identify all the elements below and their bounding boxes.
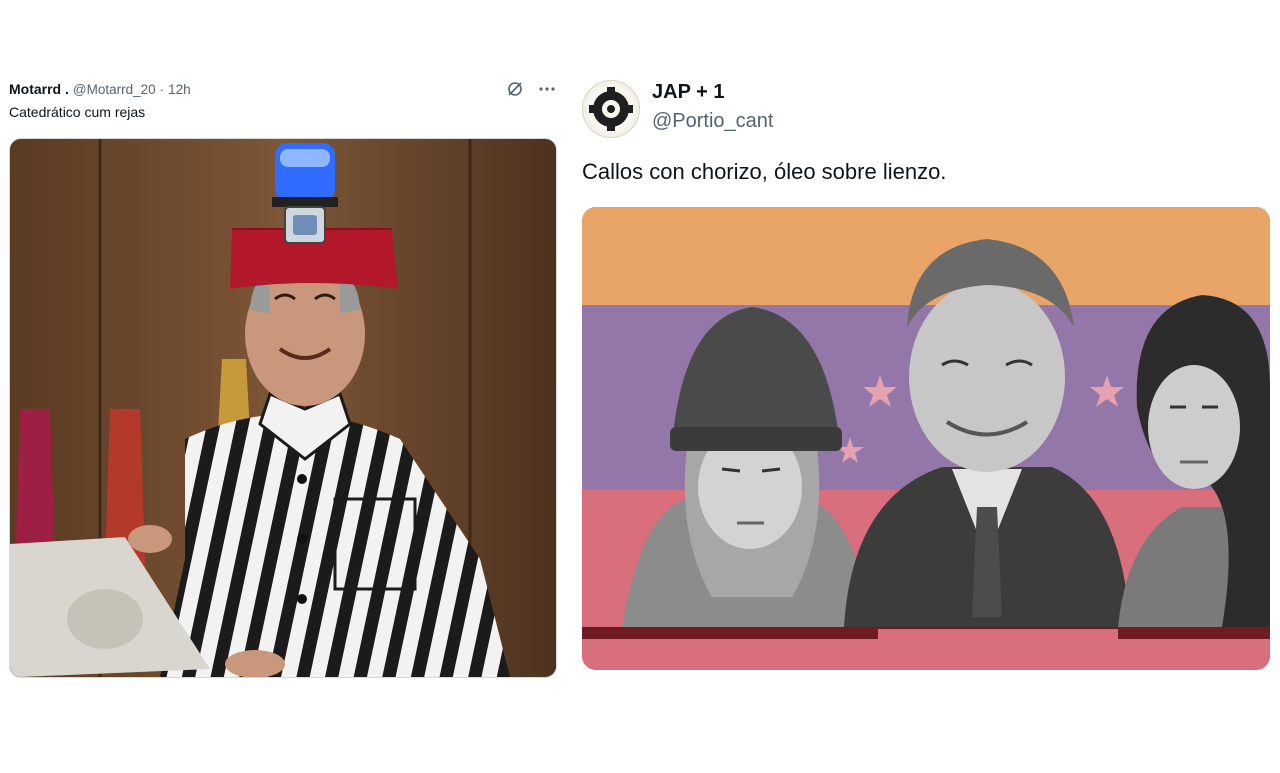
emblem-icon[interactable] [582,80,640,138]
author-handle[interactable]: @Portio_cant [652,110,773,133]
tweet-text: Callos con chorizo, óleo sobre lienzo. [582,159,947,184]
grok-icon[interactable] [505,79,525,99]
meme-collage: Motarrd . @Motarrd_20 · 12h Catedrático … [0,0,1280,773]
edited-photo-illustration [10,139,556,677]
separator-dot: · [159,81,165,97]
tweet-timestamp[interactable]: 12h [168,82,191,97]
tweet-header: Motarrd . @Motarrd_20 · 12h [9,78,557,100]
tweet-right[interactable]: JAP + 1 @Portio_cant Callos con chorizo,… [582,75,1272,675]
tweet-actions [505,78,557,100]
tweet-image[interactable] [9,138,557,678]
author-handle[interactable]: @Motarrd_20 [73,82,156,97]
tweet-left[interactable]: Motarrd . @Motarrd_20 · 12h Catedrático … [9,78,557,678]
collage-illustration [582,207,1270,670]
tweet-text: Catedrático cum rejas [9,104,146,120]
author-name[interactable]: Motarrd . [9,81,69,97]
author-name[interactable]: JAP + 1 [652,81,724,104]
tweet-image[interactable] [582,207,1270,670]
more-options-icon[interactable] [537,79,557,99]
